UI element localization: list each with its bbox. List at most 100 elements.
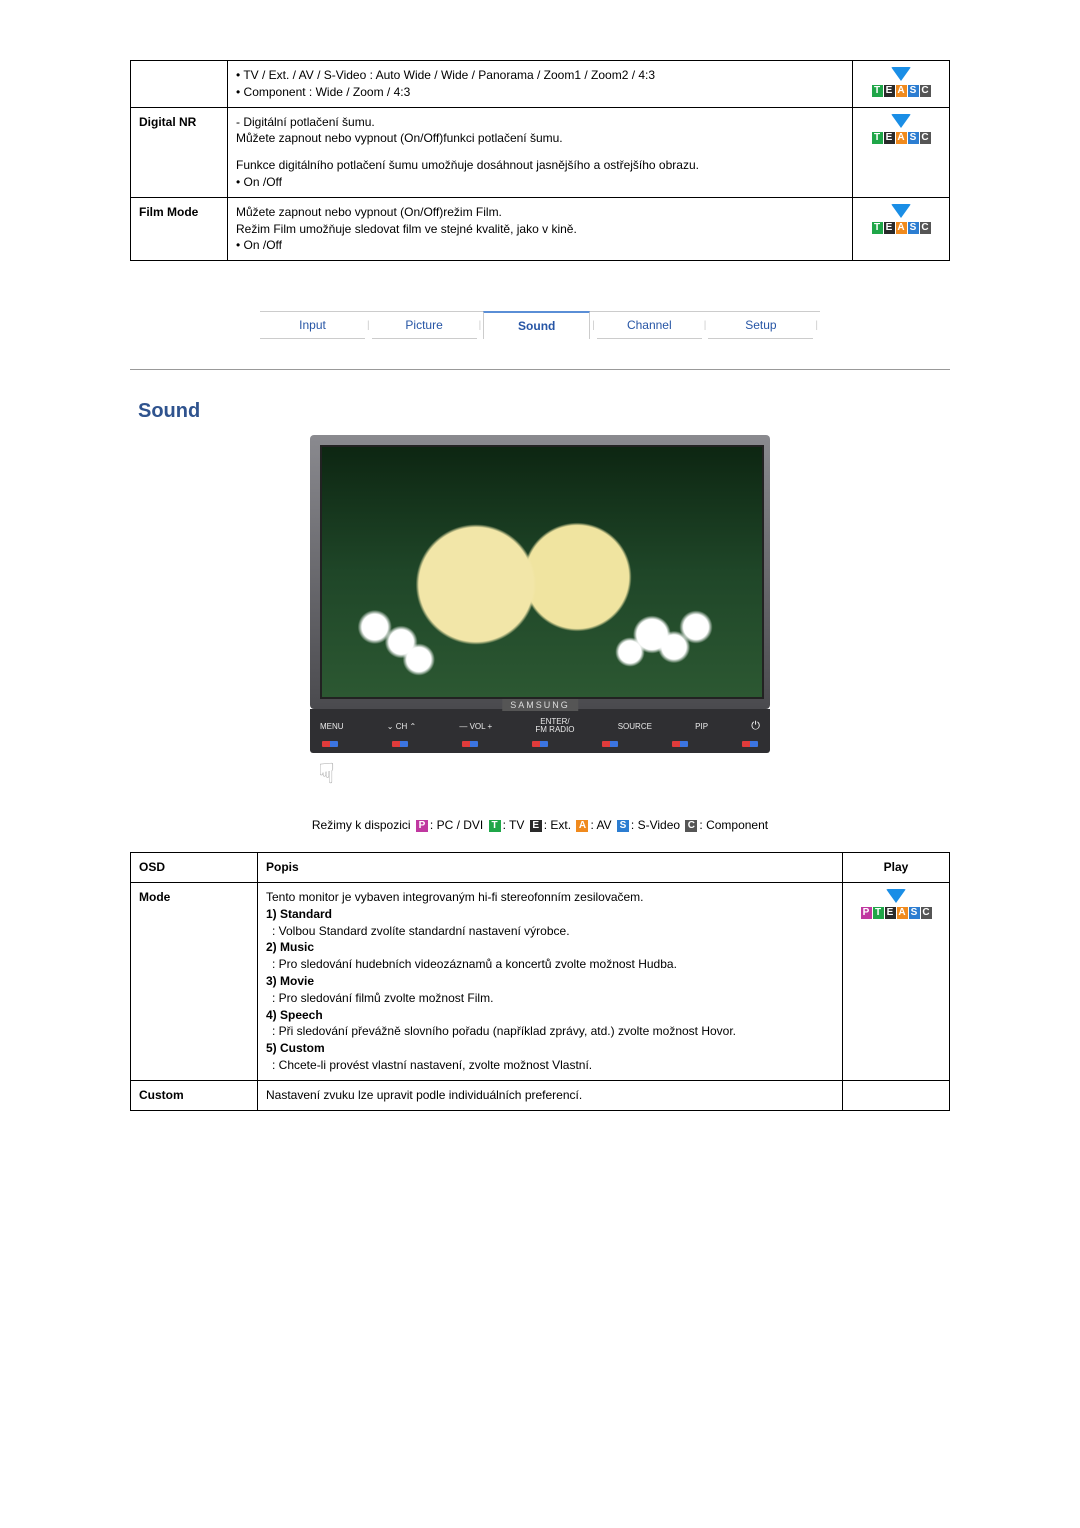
section-title: Sound [138, 400, 950, 423]
btn-volume[interactable]: — VOL + [459, 722, 492, 731]
spacer [236, 147, 844, 157]
btn-source[interactable]: SOURCE [618, 722, 652, 731]
badge-c: C [920, 85, 931, 97]
table-row: Mode Tento monitor je vybaven integrovan… [131, 882, 950, 1080]
tv-monitor-image: SAMSUNG MENU ⌄ CH ⌃ — VOL + ENTER/ FM RA… [310, 435, 770, 790]
power-icon[interactable]: ⏻ [751, 720, 760, 733]
row-desc: Nastavení zvuku lze upravit podle indivi… [258, 1080, 843, 1110]
indicator-light [742, 741, 758, 747]
nav-tabs: Input | Picture | Sound | Channel | Setu… [260, 311, 820, 339]
desc-line: • Component : Wide / Zoom / 4:3 [236, 84, 844, 101]
badge-row: T E A S C [872, 85, 931, 97]
play-icon-container: P T E A S C [851, 889, 941, 919]
indicator-light [602, 741, 618, 747]
desc-line: • On /Off [236, 237, 844, 254]
tab-channel[interactable]: Channel [597, 312, 702, 339]
play-cell: T E A S C [853, 197, 950, 260]
btn-enter[interactable]: ENTER/ FM RADIO [535, 718, 574, 734]
modes-intro: Režimy k dispozici [312, 818, 411, 832]
badge-t: T [872, 222, 883, 234]
play-cell: T E A S C [853, 61, 950, 108]
badge-t: T [872, 132, 883, 144]
mode-label: : Component [699, 818, 768, 832]
play-icon-container: T E A S C [861, 204, 941, 234]
badge-row: P T E A S C [861, 907, 932, 919]
badge-row: T E A S C [872, 132, 931, 144]
table-row: Digital NR - Digitální potlačení šumu. M… [131, 107, 950, 197]
badge-p: P [416, 820, 428, 832]
play-cell [843, 1080, 950, 1110]
play-cell: T E A S C [853, 107, 950, 197]
mode-label: : Ext. [544, 818, 571, 832]
btn-menu[interactable]: MENU [320, 722, 344, 731]
badge-e: E [884, 132, 895, 144]
row-desc: Můžete zapnout nebo vypnout (On/Off)reži… [228, 197, 853, 260]
tab-label: Sound [518, 319, 555, 333]
play-down-icon[interactable] [891, 67, 911, 81]
badge-s: S [908, 222, 919, 234]
badge-s: S [909, 907, 920, 919]
badge-t: T [489, 820, 501, 832]
row-desc: • TV / Ext. / AV / S-Video : Auto Wide /… [228, 61, 853, 108]
badge-p: P [861, 907, 872, 919]
indicator-light [532, 741, 548, 747]
table-row: Film Mode Můžete zapnout nebo vypnout (O… [131, 197, 950, 260]
desc-line: Můžete zapnout nebo vypnout (On/Off)reži… [236, 204, 844, 221]
badge-e: E [884, 85, 895, 97]
badge-a: A [896, 222, 907, 234]
item-desc: : Volbou Standard zvolíte standardní nas… [272, 923, 834, 940]
play-down-icon[interactable] [886, 889, 906, 903]
item-title: 1) Standard [266, 907, 332, 921]
item-desc: : Pro sledování hudebních videozáznamů a… [272, 956, 834, 973]
mode-label: : PC / DVI [430, 818, 483, 832]
desc-line: • On /Off [236, 174, 844, 191]
row-name [131, 61, 228, 108]
badge-s: S [617, 820, 629, 832]
desc-line: • TV / Ext. / AV / S-Video : Auto Wide /… [236, 67, 844, 84]
tab-label: Input [299, 318, 326, 332]
item-title: 3) Movie [266, 974, 314, 988]
row-desc: Tento monitor je vybaven integrovaným hi… [258, 882, 843, 1080]
tv-frame: SAMSUNG [310, 435, 770, 709]
indicator-light [322, 741, 338, 747]
badge-row: T E A S C [872, 222, 931, 234]
control-labels-row: MENU ⌄ CH ⌃ — VOL + ENTER/ FM RADIO SOUR… [318, 715, 762, 737]
sound-settings-table: OSD Popis Play Mode Tento monitor je vyb… [130, 852, 950, 1110]
indicator-light [462, 741, 478, 747]
row-name: Digital NR [131, 107, 228, 197]
badge-a: A [576, 820, 588, 832]
row-name: Custom [131, 1080, 258, 1110]
modes-legend: Režimy k dispozici P: PC / DVI T: TV E: … [130, 818, 950, 832]
desc-line: Režim Film umožňuje sledovat film ve ste… [236, 221, 844, 238]
nav-separator: | [477, 320, 484, 331]
item-title: 4) Speech [266, 1008, 323, 1022]
badge-a: A [897, 907, 908, 919]
tab-sound[interactable]: Sound [483, 311, 590, 339]
play-down-icon[interactable] [891, 204, 911, 218]
desc-line: - Digitální potlačení šumu. [236, 114, 844, 131]
indicator-light [392, 741, 408, 747]
badge-s: S [908, 132, 919, 144]
mode-label: : S-Video [631, 818, 680, 832]
btn-pip[interactable]: PIP [695, 722, 708, 731]
item-desc: : Chcete-li provést vlastní nastavení, z… [272, 1057, 834, 1074]
tab-picture[interactable]: Picture [372, 312, 477, 339]
tab-label: Setup [745, 318, 776, 332]
play-down-icon[interactable] [891, 114, 911, 128]
row-desc: - Digitální potlačení šumu. Můžete zapno… [228, 107, 853, 197]
table-row: Custom Nastavení zvuku lze upravit podle… [131, 1080, 950, 1110]
tab-input[interactable]: Input [260, 312, 365, 339]
btn-channel[interactable]: ⌄ CH ⌃ [387, 722, 416, 731]
tab-setup[interactable]: Setup [708, 312, 813, 339]
badge-c: C [685, 820, 697, 832]
nav-separator: | [813, 320, 820, 331]
header-play: Play [843, 853, 950, 883]
nav-separator: | [590, 320, 597, 331]
badge-t: T [873, 907, 884, 919]
badge-c: C [921, 907, 932, 919]
item-desc: : Při sledování převážně slovního pořadu… [272, 1023, 834, 1040]
play-icon-container: T E A S C [861, 114, 941, 144]
desc-intro: Tento monitor je vybaven integrovaným hi… [266, 889, 834, 906]
desc-line: Funkce digitálního potlačení šumu umožňu… [236, 157, 844, 174]
play-cell: P T E A S C [843, 882, 950, 1080]
